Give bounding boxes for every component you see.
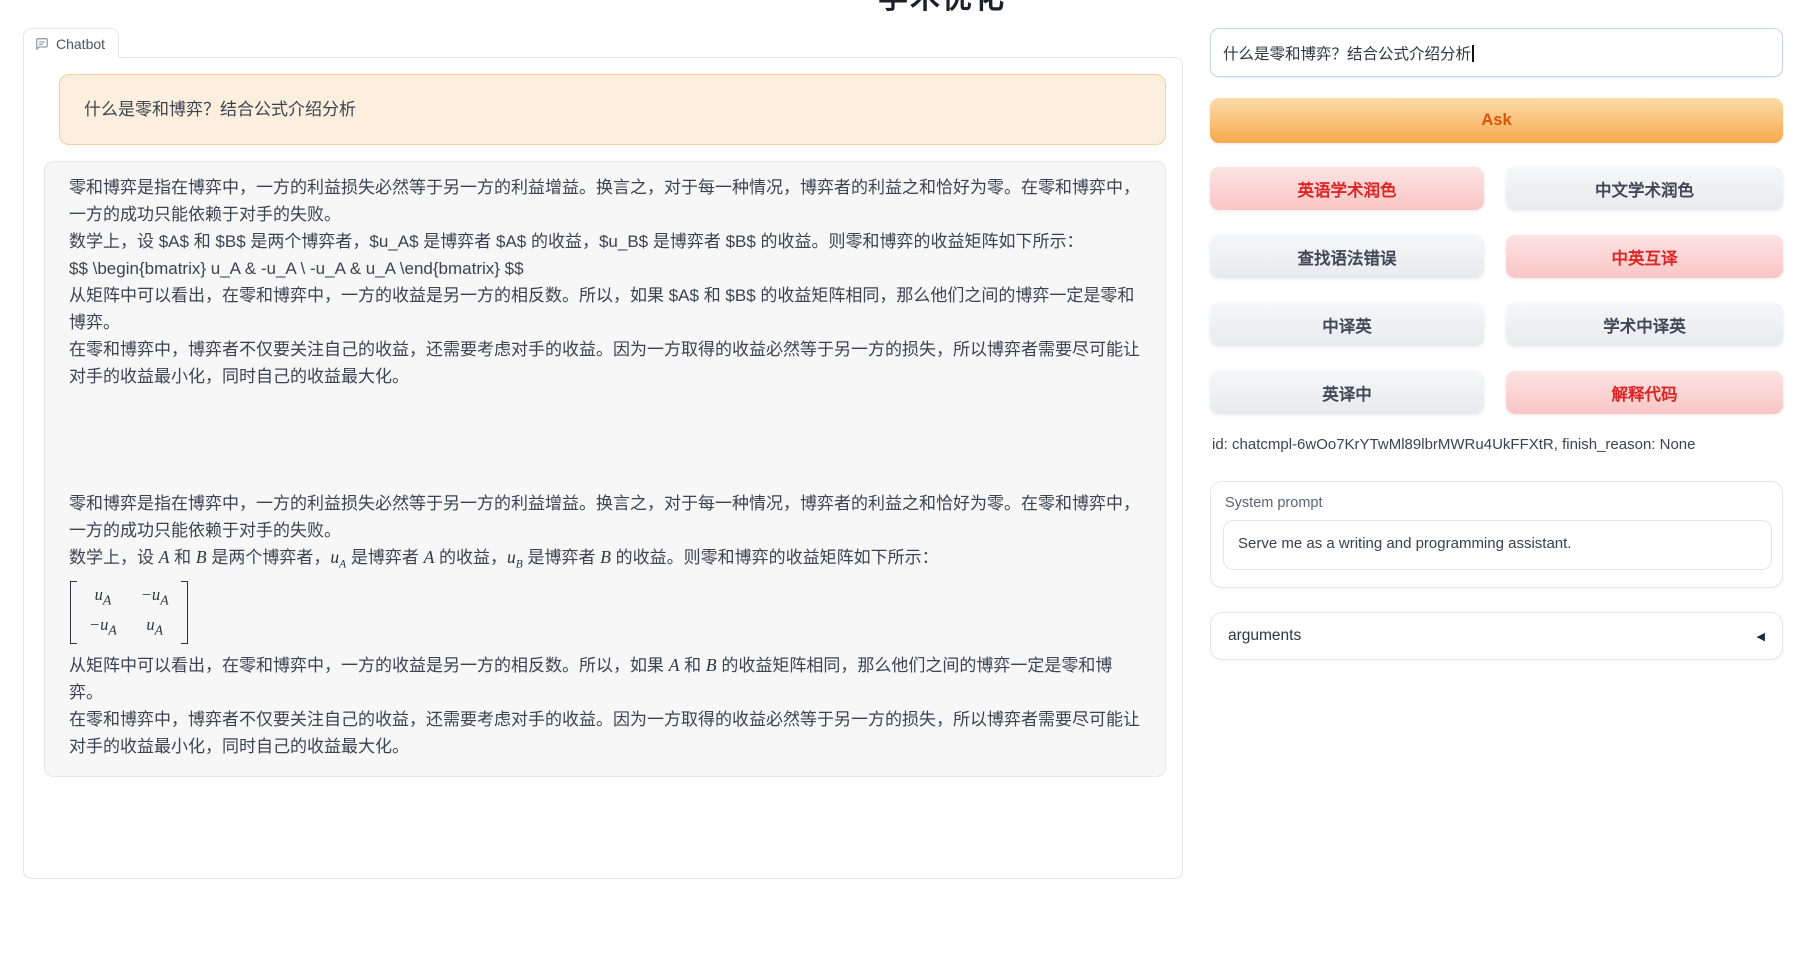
bot-rendered-paragraph: 在零和博弈中，博弈者不仅要关注自己的收益，还需要考虑对手的收益。因为一方取得的收… bbox=[69, 706, 1141, 760]
bot-rendered-block: 零和博弈是指在博弈中，一方的利益损失必然等于另一方的利益增益。换言之，对于每一种… bbox=[69, 490, 1141, 760]
ask-button[interactable]: Ask bbox=[1210, 98, 1783, 143]
bot-rendered-math-paragraph: 数学上，设 A 和 B 是两个博弈者，uA 是博弈者 A 的收益，uB 是博弈者… bbox=[69, 544, 1141, 578]
btn-chinese-academic-polish[interactable]: 中文学术润色 bbox=[1506, 167, 1783, 210]
arguments-accordion-label: arguments bbox=[1228, 627, 1301, 645]
system-prompt-input[interactable]: Serve me as a writing and programming as… bbox=[1223, 520, 1772, 570]
payoff-matrix: uA −uA −uA uA bbox=[70, 581, 188, 644]
chat-message-list: 什么是零和博弈？结合公式介绍分析 零和博弈是指在博弈中，一方的利益损失必然等于另… bbox=[24, 58, 1182, 878]
control-column: 什么是零和博弈？结合公式介绍分析 Ask 英语学术润色 中文学术润色 查找语法错… bbox=[1210, 0, 1783, 961]
btn-zh-en-mutual-translate[interactable]: 中英互译 bbox=[1506, 235, 1783, 278]
matrix-cell: uA bbox=[89, 583, 117, 612]
matrix-cell: −uA bbox=[141, 583, 169, 612]
btn-zh-to-en[interactable]: 中译英 bbox=[1210, 303, 1484, 346]
system-prompt-card: System prompt Serve me as a writing and … bbox=[1210, 481, 1783, 588]
completion-status-line: id: chatcmpl-6wOo7KrYTwMl89lbrMWRu4UkFFX… bbox=[1212, 436, 1696, 453]
bot-raw-latex-formula: $$ \begin{bmatrix} u_A & -u_A \ -u_A & u… bbox=[69, 255, 1141, 282]
matrix-cell: uA bbox=[141, 613, 169, 642]
question-input-value: 什么是零和博弈？结合公式介绍分析 bbox=[1223, 46, 1471, 63]
bot-raw-paragraph: 数学上，设 $A$ 和 $B$ 是两个博弈者，$u_A$ 是博弈者 $A$ 的收… bbox=[69, 228, 1141, 255]
bot-rendered-math-paragraph: 从矩阵中可以看出，在零和博弈中，一方的收益是另一方的相反数。所以，如果 A 和 … bbox=[69, 652, 1141, 706]
chatbot-label-text: Chatbot bbox=[56, 36, 105, 52]
btn-en-to-zh[interactable]: 英译中 bbox=[1210, 371, 1484, 414]
btn-explain-code[interactable]: 解释代码 bbox=[1506, 371, 1783, 414]
chat-icon bbox=[35, 37, 49, 51]
function-button-grid: 英语学术润色 中文学术润色 查找语法错误 中英互译 中译英 学术中译英 英译中 … bbox=[1210, 167, 1783, 414]
btn-find-grammar-errors[interactable]: 查找语法错误 bbox=[1210, 235, 1484, 278]
matrix-left-bracket bbox=[70, 581, 77, 644]
bot-rendered-paragraph: 零和博弈是指在博弈中，一方的利益损失必然等于另一方的利益增益。换言之，对于每一种… bbox=[69, 490, 1141, 544]
text-caret bbox=[1472, 45, 1474, 62]
page-title: 学术优化 bbox=[878, 0, 1006, 17]
arguments-accordion[interactable]: arguments ◀ bbox=[1210, 612, 1783, 660]
question-input[interactable]: 什么是零和博弈？结合公式介绍分析 bbox=[1210, 28, 1783, 77]
btn-english-academic-polish[interactable]: 英语学术润色 bbox=[1210, 167, 1484, 210]
chatbot-label: Chatbot bbox=[23, 28, 119, 58]
matrix-cell: −uA bbox=[89, 613, 117, 642]
bot-raw-latex-block: 零和博弈是指在博弈中，一方的利益损失必然等于另一方的利益增益。换言之，对于每一种… bbox=[69, 174, 1141, 390]
bot-message-bubble: 零和博弈是指在博弈中，一方的利益损失必然等于另一方的利益增益。换言之，对于每一种… bbox=[44, 161, 1166, 777]
btn-academic-zh-to-en[interactable]: 学术中译英 bbox=[1506, 303, 1783, 346]
system-prompt-label: System prompt bbox=[1225, 495, 1770, 511]
chatbot-panel: Chatbot 什么是零和博弈？结合公式介绍分析 零和博弈是指在博弈中，一方的利… bbox=[23, 57, 1183, 879]
accordion-collapse-icon: ◀ bbox=[1757, 630, 1765, 643]
user-message-text: 什么是零和博弈？结合公式介绍分析 bbox=[84, 100, 356, 119]
user-message-bubble: 什么是零和博弈？结合公式介绍分析 bbox=[59, 74, 1166, 145]
bot-raw-paragraph: 在零和博弈中，博弈者不仅要关注自己的收益，还需要考虑对手的收益。因为一方取得的收… bbox=[69, 336, 1141, 390]
matrix-right-bracket bbox=[181, 581, 188, 644]
bot-raw-paragraph: 零和博弈是指在博弈中，一方的利益损失必然等于另一方的利益增益。换言之，对于每一种… bbox=[69, 174, 1141, 228]
bot-raw-paragraph: 从矩阵中可以看出，在零和博弈中，一方的收益是另一方的相反数。所以，如果 $A$ … bbox=[69, 282, 1141, 336]
